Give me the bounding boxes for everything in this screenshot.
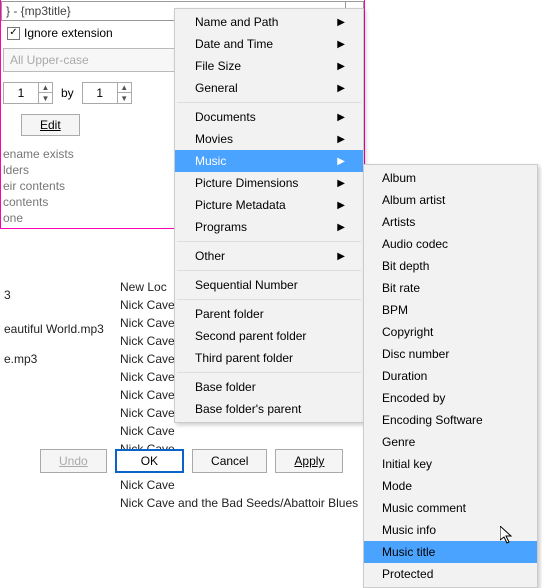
submenu-arrow-icon: ▶ xyxy=(337,61,345,72)
variable-menu: Name and Path▶Date and Time▶File Size▶Ge… xyxy=(174,8,364,423)
apply-button[interactable]: Apply xyxy=(275,449,343,473)
newloc-cell[interactable]: Nick Cave xyxy=(116,422,364,440)
menu-item-documents[interactable]: Documents ▶ xyxy=(175,106,363,128)
submenu-arrow-icon: ▶ xyxy=(337,134,345,145)
menu-item-parent-folder[interactable]: Parent folder xyxy=(175,303,363,325)
submenu-item-music-title[interactable]: Music title xyxy=(364,541,537,563)
menu-item-picture-metadata[interactable]: Picture Metadata ▶ xyxy=(175,194,363,216)
cancel-button[interactable]: Cancel xyxy=(192,449,267,473)
ignore-extension-label: Ignore extension xyxy=(24,26,113,40)
submenu-arrow-icon: ▶ xyxy=(337,17,345,28)
menu-item-second-parent-folder[interactable]: Second parent folder xyxy=(175,325,363,347)
menu-item-name-and-path[interactable]: Name and Path ▶ xyxy=(175,11,363,33)
menu-item-label: Music xyxy=(195,154,226,168)
menu-item-label: Base folder xyxy=(195,380,256,394)
ok-button[interactable]: OK xyxy=(115,449,184,473)
newloc-cell[interactable]: Nick Cave and the Bad Seeds/Abattoir Blu… xyxy=(116,494,364,512)
undo-button[interactable]: Undo xyxy=(40,449,107,473)
submenu-item-music-comment[interactable]: Music comment xyxy=(364,497,537,519)
menu-item-sequential-number[interactable]: Sequential Number xyxy=(175,274,363,296)
menu-item-other[interactable]: Other ▶ xyxy=(175,245,363,267)
spin-down-icon[interactable]: ▼ xyxy=(117,93,131,103)
submenu-arrow-icon: ▶ xyxy=(337,200,345,211)
menu-item-label: Third parent folder xyxy=(195,351,293,365)
menu-item-third-parent-folder[interactable]: Third parent folder xyxy=(175,347,363,369)
edit-button[interactable]: Edit xyxy=(21,114,80,136)
submenu-item-encoding-software[interactable]: Encoding Software xyxy=(364,409,537,431)
submenu-item-encoded-by[interactable]: Encoded by xyxy=(364,387,537,409)
menu-item-general[interactable]: General ▶ xyxy=(175,77,363,99)
submenu-arrow-icon: ▶ xyxy=(337,222,345,233)
spin-start[interactable]: ▲▼ xyxy=(3,82,53,104)
submenu-arrow-icon: ▶ xyxy=(337,156,345,167)
menu-item-label: Programs xyxy=(195,220,247,234)
menu-item-label: Base folder's parent xyxy=(195,402,301,416)
submenu-arrow-icon: ▶ xyxy=(337,178,345,189)
spin-start-value[interactable] xyxy=(4,86,38,100)
ignore-extension-checkbox[interactable]: ✓ xyxy=(7,27,20,40)
spin-step[interactable]: ▲▼ xyxy=(82,82,132,104)
menu-item-label: General xyxy=(195,81,238,95)
menu-item-label: Picture Metadata xyxy=(195,198,286,212)
menu-separator xyxy=(177,102,361,103)
submenu-arrow-icon: ▶ xyxy=(337,251,345,262)
submenu-item-bit-depth[interactable]: Bit depth xyxy=(364,255,537,277)
spin-step-value[interactable] xyxy=(83,86,117,100)
submenu-arrow-icon: ▶ xyxy=(337,112,345,123)
menu-item-label: Movies xyxy=(195,132,233,146)
menu-item-base-folder[interactable]: Base folder xyxy=(175,376,363,398)
submenu-item-duration[interactable]: Duration xyxy=(364,365,537,387)
spin-up-icon[interactable]: ▲ xyxy=(38,83,52,93)
menu-separator xyxy=(177,299,361,300)
submenu-item-album[interactable]: Album xyxy=(364,167,537,189)
menu-item-label: Name and Path xyxy=(195,15,278,29)
submenu-item-artists[interactable]: Artists xyxy=(364,211,537,233)
spin-down-icon[interactable]: ▼ xyxy=(38,93,52,103)
menu-item-picture-dimensions[interactable]: Picture Dimensions ▶ xyxy=(175,172,363,194)
menu-item-label: Documents xyxy=(195,110,256,124)
submenu-item-audio-codec[interactable]: Audio codec xyxy=(364,233,537,255)
menu-item-music[interactable]: Music ▶ xyxy=(175,150,363,172)
submenu-item-protected[interactable]: Protected xyxy=(364,563,537,585)
menu-item-file-size[interactable]: File Size ▶ xyxy=(175,55,363,77)
submenu-item-music-info[interactable]: Music info xyxy=(364,519,537,541)
menu-item-programs[interactable]: Programs ▶ xyxy=(175,216,363,238)
menu-item-label: Parent folder xyxy=(195,307,264,321)
submenu-item-album-artist[interactable]: Album artist xyxy=(364,189,537,211)
music-submenu: AlbumAlbum artistArtistsAudio codecBit d… xyxy=(363,164,538,588)
menu-item-label: File Size xyxy=(195,59,241,73)
submenu-item-mode[interactable]: Mode xyxy=(364,475,537,497)
submenu-item-bpm[interactable]: BPM xyxy=(364,299,537,321)
submenu-item-genre[interactable]: Genre xyxy=(364,431,537,453)
menu-item-label: Date and Time xyxy=(195,37,273,51)
menu-separator xyxy=(177,372,361,373)
menu-item-base-folder-s-parent[interactable]: Base folder's parent xyxy=(175,398,363,420)
submenu-arrow-icon: ▶ xyxy=(337,39,345,50)
menu-item-label: Other xyxy=(195,249,225,263)
menu-item-label: Second parent folder xyxy=(195,329,306,343)
menu-item-movies[interactable]: Movies ▶ xyxy=(175,128,363,150)
submenu-item-disc-number[interactable]: Disc number xyxy=(364,343,537,365)
submenu-item-initial-key[interactable]: Initial key xyxy=(364,453,537,475)
dialog-buttons: Undo OK Cancel Apply xyxy=(40,449,343,473)
submenu-arrow-icon: ▶ xyxy=(337,83,345,94)
submenu-item-copyright[interactable]: Copyright xyxy=(364,321,537,343)
menu-item-label: Picture Dimensions xyxy=(195,176,298,190)
menu-separator xyxy=(177,241,361,242)
menu-item-label: Sequential Number xyxy=(195,278,298,292)
spin-up-icon[interactable]: ▲ xyxy=(117,83,131,93)
submenu-item-bit-rate[interactable]: Bit rate xyxy=(364,277,537,299)
menu-item-date-and-time[interactable]: Date and Time ▶ xyxy=(175,33,363,55)
menu-separator xyxy=(177,270,361,271)
newloc-cell[interactable]: Nick Cave xyxy=(116,476,364,494)
by-label: by xyxy=(61,86,74,100)
